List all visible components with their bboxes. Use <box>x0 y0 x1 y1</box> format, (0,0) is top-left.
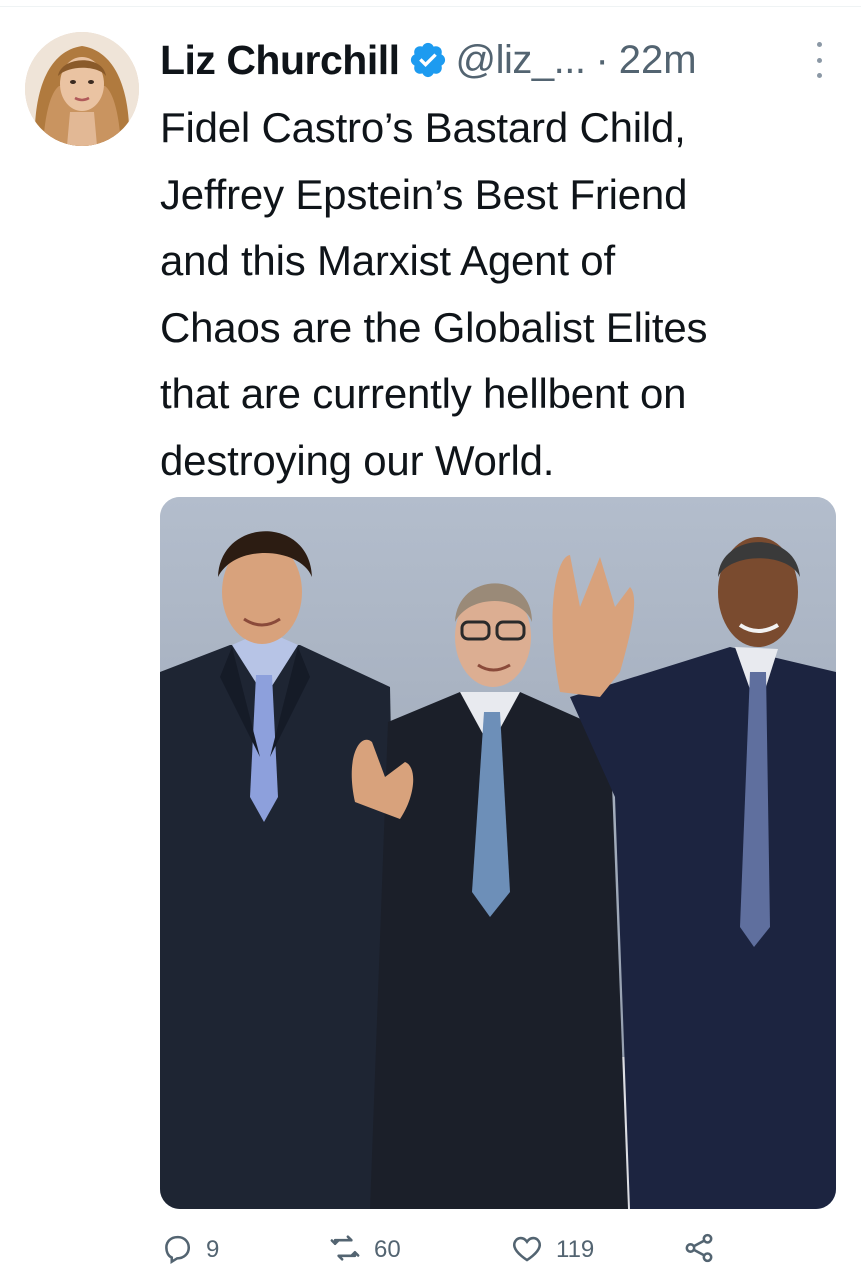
reply-button[interactable]: 9 <box>160 1228 219 1272</box>
like-icon <box>510 1231 544 1270</box>
reply-icon <box>160 1231 194 1270</box>
separator: · <box>595 37 609 82</box>
like-button[interactable]: 119 <box>510 1228 594 1272</box>
tweet-text-line: Jeffrey Epstein’s Best Friend <box>160 170 688 218</box>
tweet-text-line: Fidel Castro’s Bastard Child, <box>160 104 686 151</box>
tweet-text-line: that are currently hellbent on <box>160 370 687 417</box>
share-button[interactable] <box>682 1228 716 1272</box>
top-divider <box>0 6 861 7</box>
tweet-photo[interactable] <box>160 497 836 1209</box>
timestamp[interactable]: 22m <box>619 38 697 83</box>
tweet-header: Liz Churchill @liz_... · 22m <box>160 30 840 90</box>
action-bar: 9 60 119 <box>160 1228 840 1272</box>
reply-count: 9 <box>206 1236 220 1263</box>
share-icon <box>682 1231 716 1270</box>
retweet-icon <box>328 1231 362 1270</box>
tweet-text-line: and this Marxist Agent of <box>160 237 615 284</box>
tweet-text-line: Chaos are the Globalist Elites <box>160 303 708 351</box>
tweet-text: Fidel Castro’s Bastard Child, Jeffrey Ep… <box>160 95 850 494</box>
display-name[interactable]: Liz Churchill <box>160 37 400 84</box>
more-icon[interactable] <box>812 42 826 78</box>
retweet-count: 60 <box>374 1236 401 1263</box>
tweet-text-line: destroying our World. <box>160 436 555 484</box>
handle[interactable]: @liz_... <box>456 38 586 83</box>
verified-badge-icon <box>408 40 448 80</box>
avatar[interactable] <box>25 32 139 146</box>
retweet-button[interactable]: 60 <box>328 1228 401 1272</box>
like-count: 119 <box>556 1236 595 1263</box>
